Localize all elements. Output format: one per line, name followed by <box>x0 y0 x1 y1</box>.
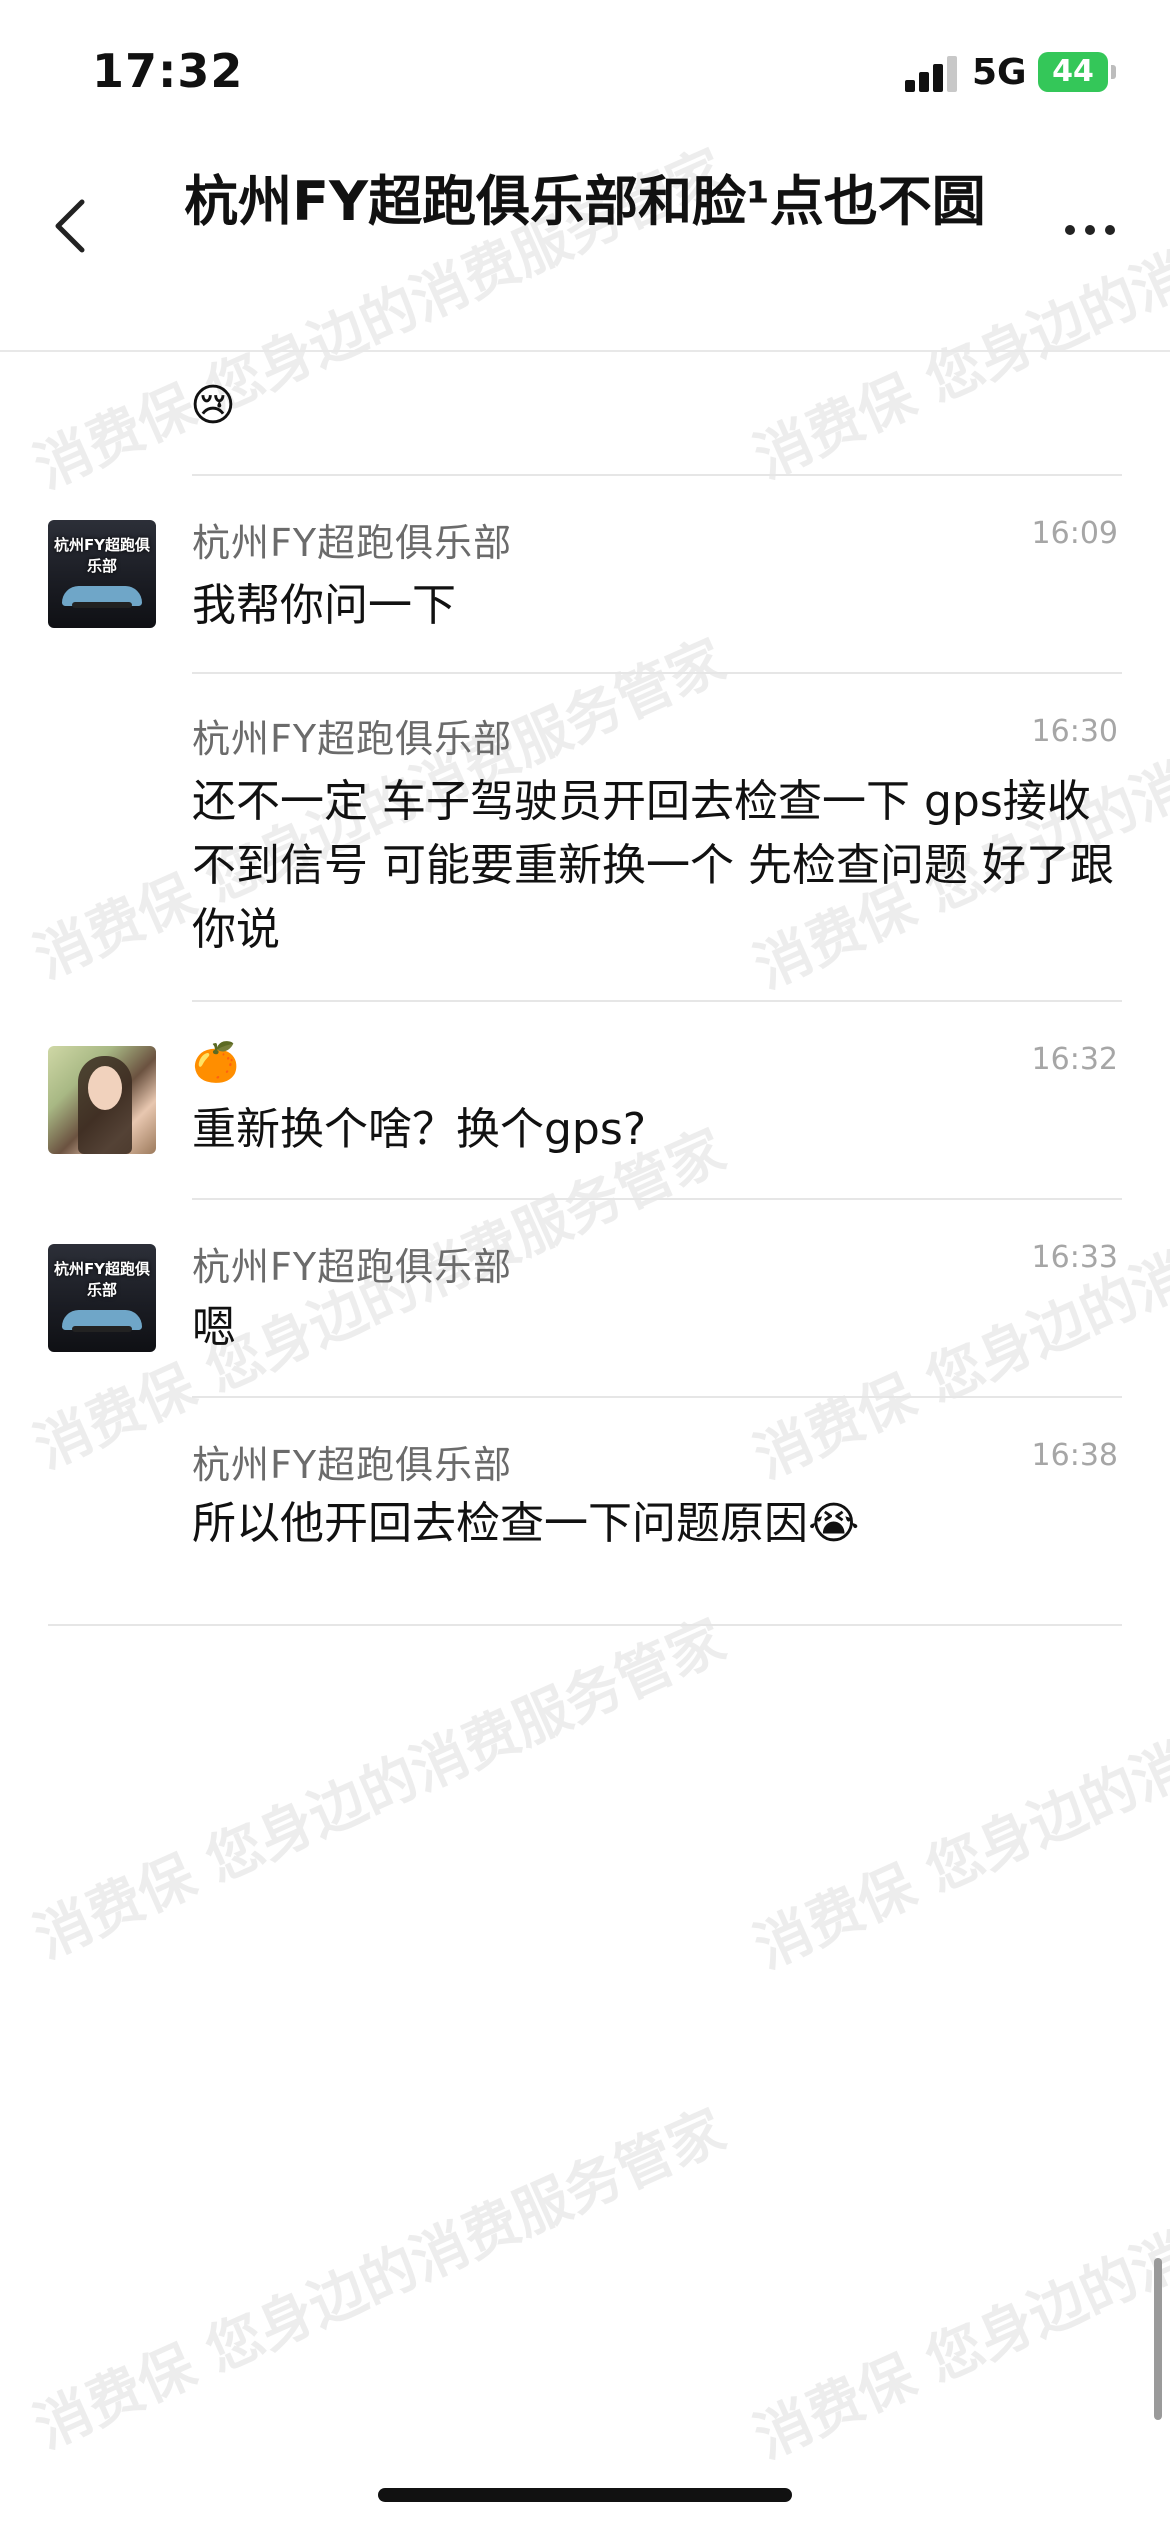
chat-title: 杭州FY超跑俱乐部和脸¹点也不圆 <box>184 170 986 233</box>
chat-header: 杭州FY超跑俱乐部和脸¹点也不圆 <box>0 150 1170 352</box>
message-content: 😢 <box>190 374 1120 438</box>
message-time: 16:30 <box>1031 714 1118 749</box>
more-dot-icon <box>1065 225 1075 235</box>
status-bar: 17:32 5G 44 <box>0 0 1170 150</box>
divider <box>192 474 1122 476</box>
more-options-button[interactable] <box>1050 200 1130 260</box>
avatar[interactable]: 杭州FY超跑俱乐部 <box>48 520 156 628</box>
more-dot-icon <box>1085 225 1095 235</box>
divider <box>192 1198 1122 1200</box>
watermark-text: 消费保 您身边的消费服务管家 <box>745 1617 1170 1982</box>
car-icon <box>62 1310 142 1332</box>
scrollbar[interactable] <box>1154 2258 1162 2420</box>
watermark-text: 消费保 您身边的消费服务管家 <box>745 2107 1170 2472</box>
divider <box>192 672 1122 674</box>
sender-name: 🍊 <box>192 1040 241 1084</box>
avatar[interactable]: 杭州FY超跑俱乐部 <box>48 1244 156 1352</box>
chevron-left-icon <box>55 199 85 253</box>
sender-name: 杭州FY超跑俱乐部 <box>192 717 513 761</box>
signal-icon <box>905 56 957 92</box>
avatar-club-name: 杭州FY超跑俱乐部 <box>53 1260 151 1299</box>
avatar-face <box>88 1066 122 1110</box>
divider <box>48 1624 1122 1626</box>
sender-name: 杭州FY超跑俱乐部 <box>192 1245 513 1289</box>
message-time: 16:33 <box>1031 1240 1118 1275</box>
status-time: 17:32 <box>92 44 244 98</box>
message-content: 我帮你问一下 <box>192 580 456 631</box>
sender-name: 杭州FY超跑俱乐部 <box>192 1443 513 1487</box>
divider <box>192 1000 1122 1002</box>
divider <box>192 1396 1122 1398</box>
crying-emoji: 😢 <box>190 380 236 431</box>
back-button[interactable] <box>40 176 100 276</box>
car-icon <box>62 586 142 608</box>
message-content: 所以他开回去检查一下问题原因😭 <box>192 1498 860 1549</box>
message-time: 16:38 <box>1031 1438 1118 1473</box>
avatar[interactable] <box>48 1046 156 1154</box>
avatar-club-name: 杭州FY超跑俱乐部 <box>53 536 151 575</box>
more-dot-icon <box>1105 225 1115 235</box>
sender-name: 杭州FY超跑俱乐部 <box>192 521 513 565</box>
message-content: 重新换个啥？换个gps? <box>192 1104 647 1155</box>
message-content: 还不一定 车子驾驶员开回去检查一下 gps接收不到信号 可能要重新换一个 先检查… <box>192 776 1114 955</box>
home-indicator[interactable] <box>378 2488 792 2502</box>
message-time: 16:09 <box>1031 516 1118 551</box>
watermark-text: 消费保 您身边的消费服务管家 <box>25 1607 735 1972</box>
network-type: 5G <box>972 52 1027 93</box>
message-content: 嗯 <box>192 1302 236 1353</box>
battery-icon: 44 <box>1038 52 1116 92</box>
message-time: 16:32 <box>1031 1042 1118 1077</box>
watermark-text: 消费保 您身边的消费服务管家 <box>25 2097 735 2462</box>
